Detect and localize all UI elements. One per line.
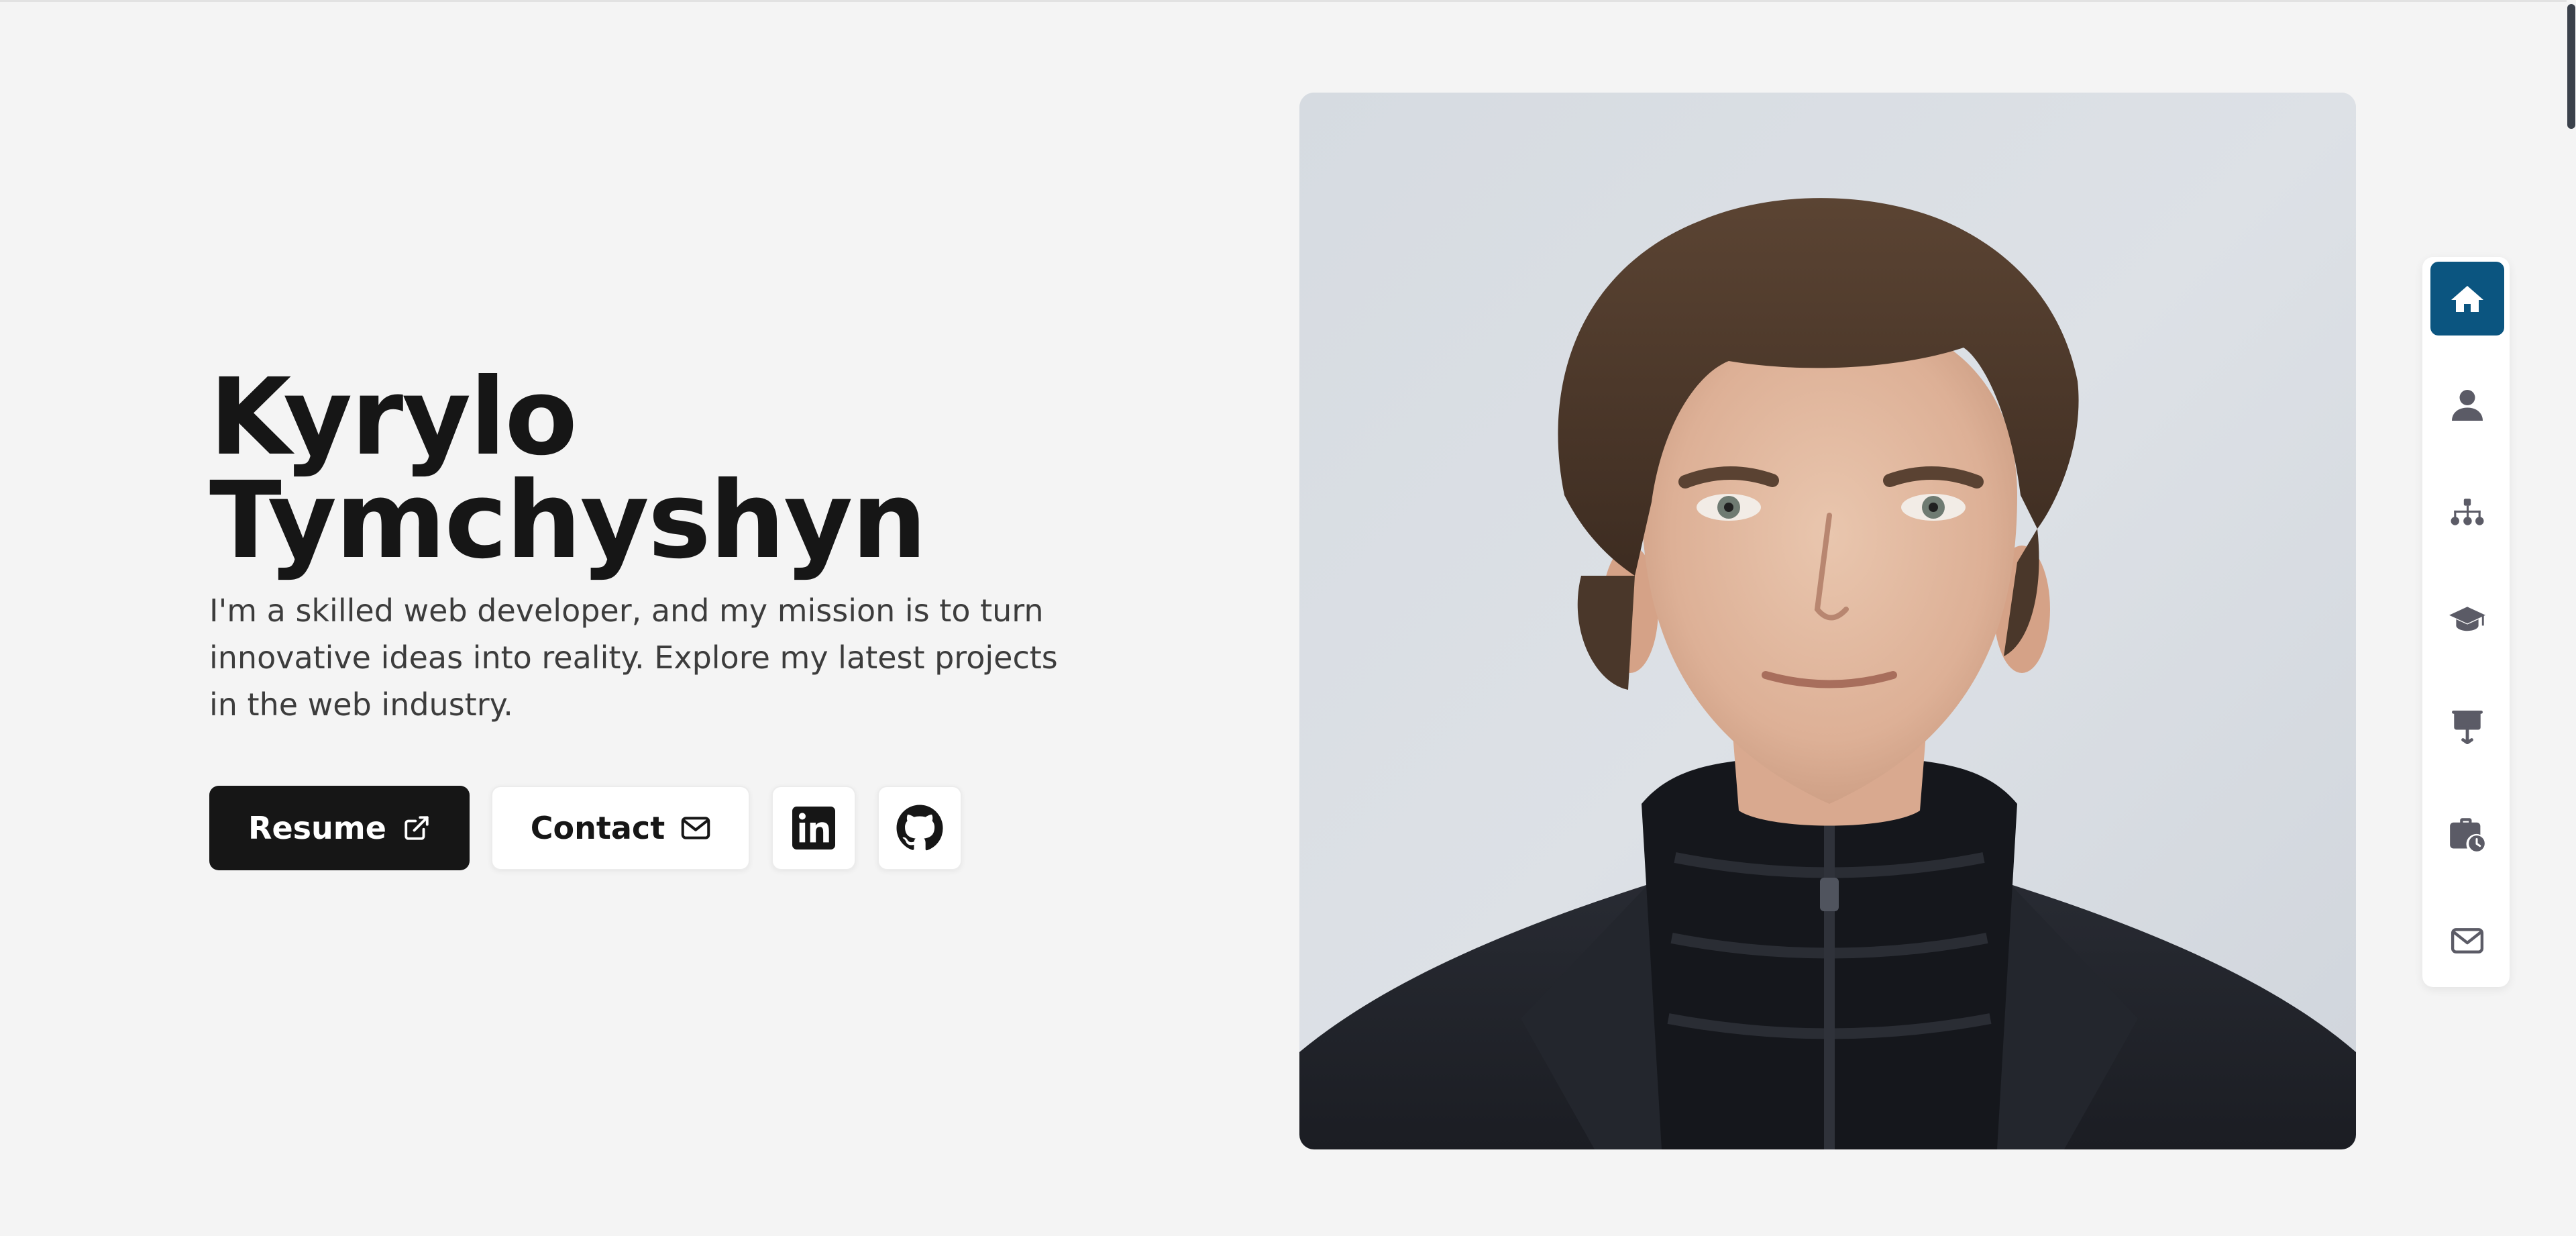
nav-item-home[interactable] — [2430, 262, 2504, 336]
resume-button[interactable]: Resume — [209, 786, 470, 870]
nav-item-skills[interactable] — [2430, 476, 2504, 550]
top-divider — [0, 0, 2576, 2]
envelope-icon — [2451, 927, 2484, 955]
hero-last-name: Tymchyshyn — [209, 459, 927, 582]
nav-item-about[interactable] — [2430, 368, 2504, 442]
user-icon — [2452, 388, 2483, 423]
contact-button-label: Contact — [530, 810, 665, 846]
resume-button-label: Resume — [248, 810, 386, 846]
page-scrollbar[interactable] — [2567, 0, 2576, 1236]
hero-title: Kyrylo Tymchyshyn — [209, 356, 1148, 582]
linkedin-button[interactable] — [771, 786, 856, 870]
github-button[interactable] — [877, 786, 962, 870]
hero-section: Kyrylo Tymchyshyn I'm a skilled web deve… — [209, 356, 1148, 728]
hero-description: I'm a skilled web developer, and my miss… — [209, 593, 1058, 723]
nav-item-contact[interactable] — [2430, 904, 2504, 978]
contact-button[interactable]: Contact — [491, 786, 750, 870]
hero-actions: Resume Contact — [209, 786, 962, 870]
briefcase-clock-icon — [2449, 817, 2486, 852]
nav-item-projects[interactable] — [2430, 690, 2504, 764]
nav-item-education[interactable] — [2430, 582, 2504, 656]
external-link-icon — [402, 814, 431, 842]
home-icon — [2450, 283, 2485, 314]
nav-item-experience[interactable] — [2430, 797, 2504, 871]
envelope-icon — [681, 815, 710, 841]
linkedin-icon — [792, 807, 835, 849]
sitemap-icon — [2449, 498, 2485, 527]
profile-photo — [1299, 93, 2356, 1149]
hero-first-name: Kyrylo — [209, 356, 578, 479]
side-navigation — [2422, 257, 2510, 987]
scrollbar-thumb[interactable] — [2567, 4, 2575, 129]
presentation-icon — [2451, 709, 2484, 744]
graduation-cap-icon — [2449, 605, 2485, 634]
github-icon — [896, 804, 944, 852]
